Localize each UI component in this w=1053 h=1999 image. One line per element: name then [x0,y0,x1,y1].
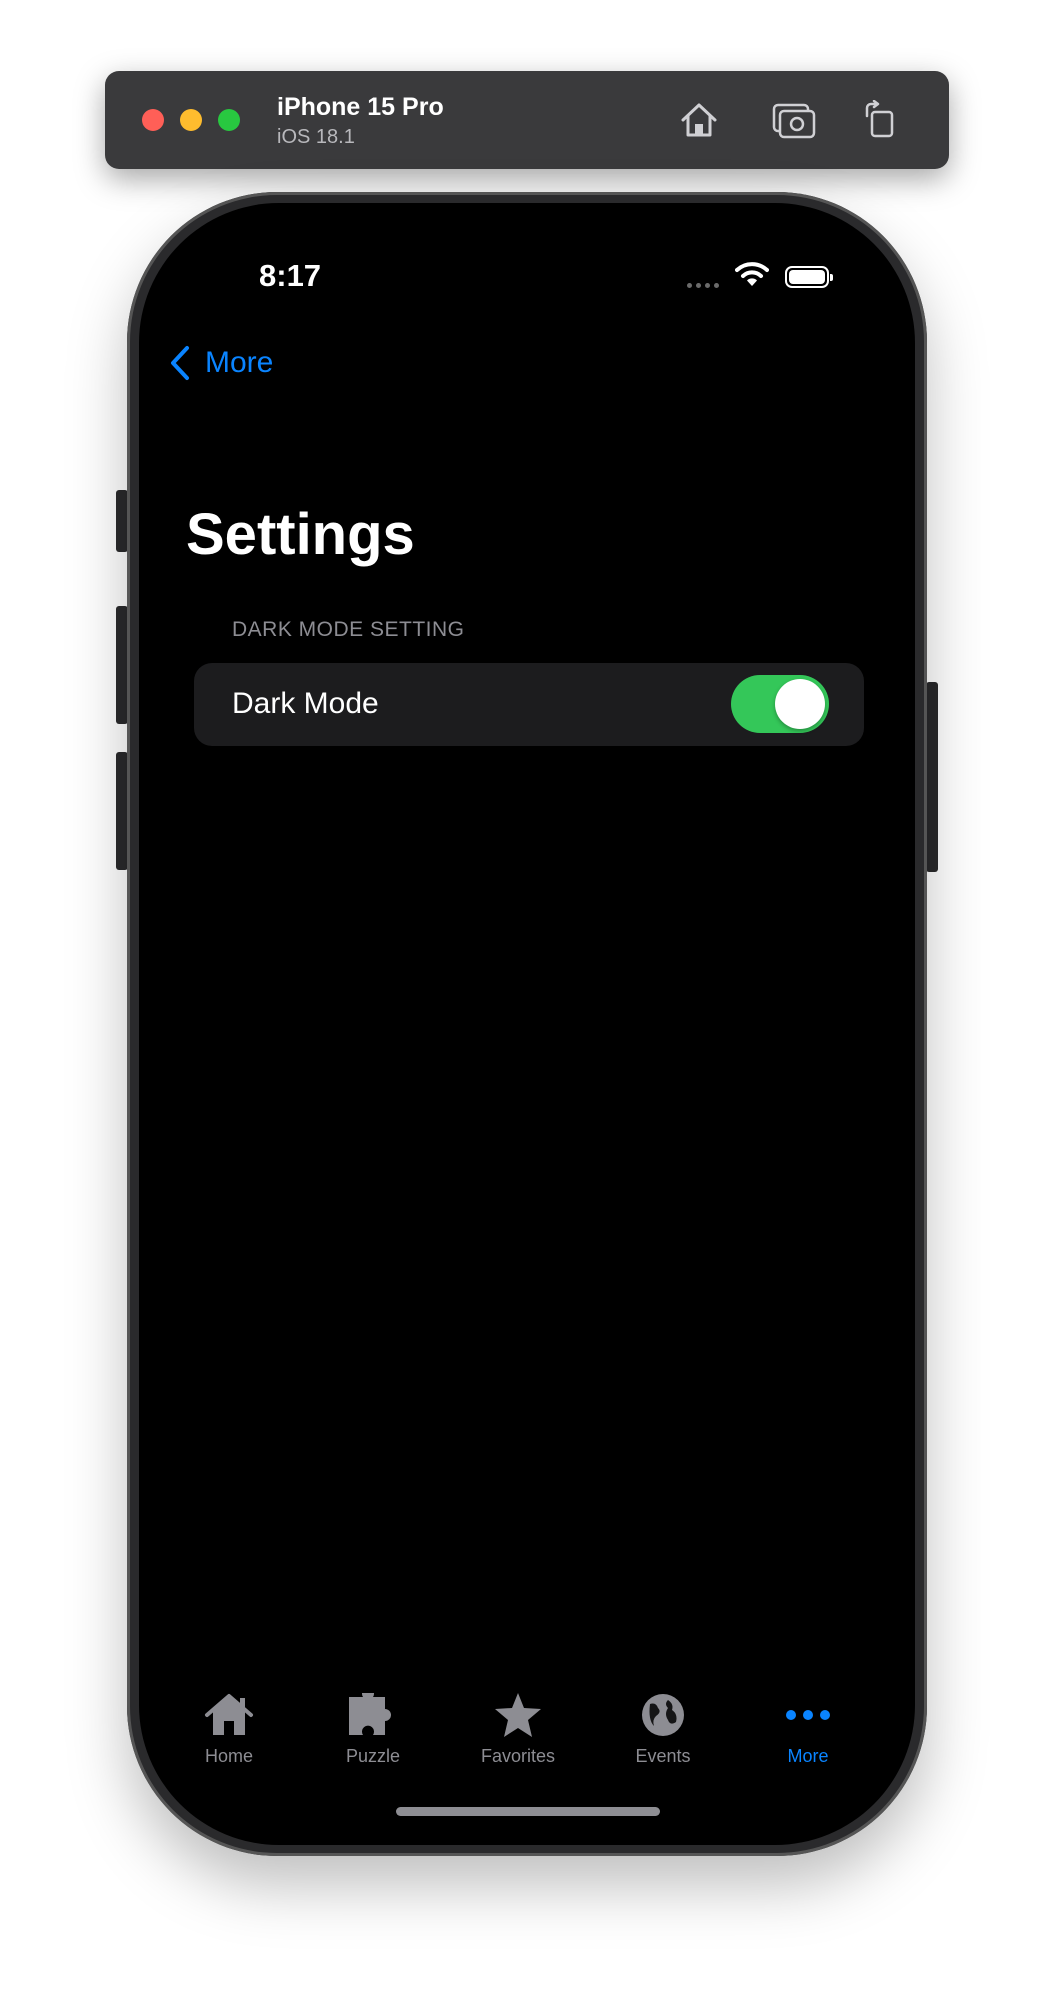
wifi-icon [735,262,769,286]
device-name: iPhone 15 Pro [277,93,444,121]
ellipsis-icon [786,1710,830,1720]
tab-puzzle[interactable]: Puzzle [313,1688,433,1778]
toggle-knob [775,679,825,729]
page-title: Settings [186,502,415,567]
tab-bar: Home Puzzle Favorites Events More [139,1688,915,1778]
tab-events[interactable]: Events [603,1688,723,1778]
os-version: iOS 18.1 [277,126,355,148]
back-button-label: More [205,346,274,379]
puzzle-piece-icon [349,1693,391,1735]
simulator-screenshot-button[interactable] [770,96,818,144]
globe-icon [642,1694,684,1736]
tab-more[interactable]: More [748,1688,868,1778]
close-window-button[interactable] [142,109,164,131]
tab-puzzle-label: Puzzle [345,1746,401,1766]
rotate-icon [865,100,894,138]
chevron-left-icon [171,346,189,380]
dark-mode-label: Dark Mode [232,687,379,720]
status-time: 8:17 [259,258,322,293]
section-header: DARK MODE SETTING [232,618,465,641]
simulator-toolbar: iPhone 15 Pro iOS 18.1 [105,71,949,169]
house-icon [205,1694,253,1735]
tab-favorites[interactable]: Favorites [458,1688,578,1778]
cellular-dots-icon [687,283,719,288]
screenshot-icon [772,103,816,139]
simulator-rotate-button[interactable] [857,96,905,144]
tab-more-label: More [787,1746,829,1766]
home-icon [681,103,717,137]
dark-mode-toggle[interactable] [731,675,829,733]
zoom-window-button[interactable] [218,109,240,131]
phone-screen: 8:17 More Settings DARK MODE SETTING Dar… [139,203,915,1845]
dark-mode-row: Dark Mode [194,663,864,746]
home-indicator[interactable] [396,1807,660,1816]
tab-home[interactable]: Home [169,1688,289,1778]
battery-icon [785,266,833,288]
back-button[interactable]: More [169,345,273,381]
tab-events-label: Events [635,1746,691,1766]
tab-favorites-label: Favorites [480,1746,556,1766]
simulator-home-button[interactable] [675,96,723,144]
minimize-window-button[interactable] [180,109,202,131]
tab-home-label: Home [204,1746,253,1766]
power-button [926,682,938,872]
star-icon [495,1693,541,1737]
